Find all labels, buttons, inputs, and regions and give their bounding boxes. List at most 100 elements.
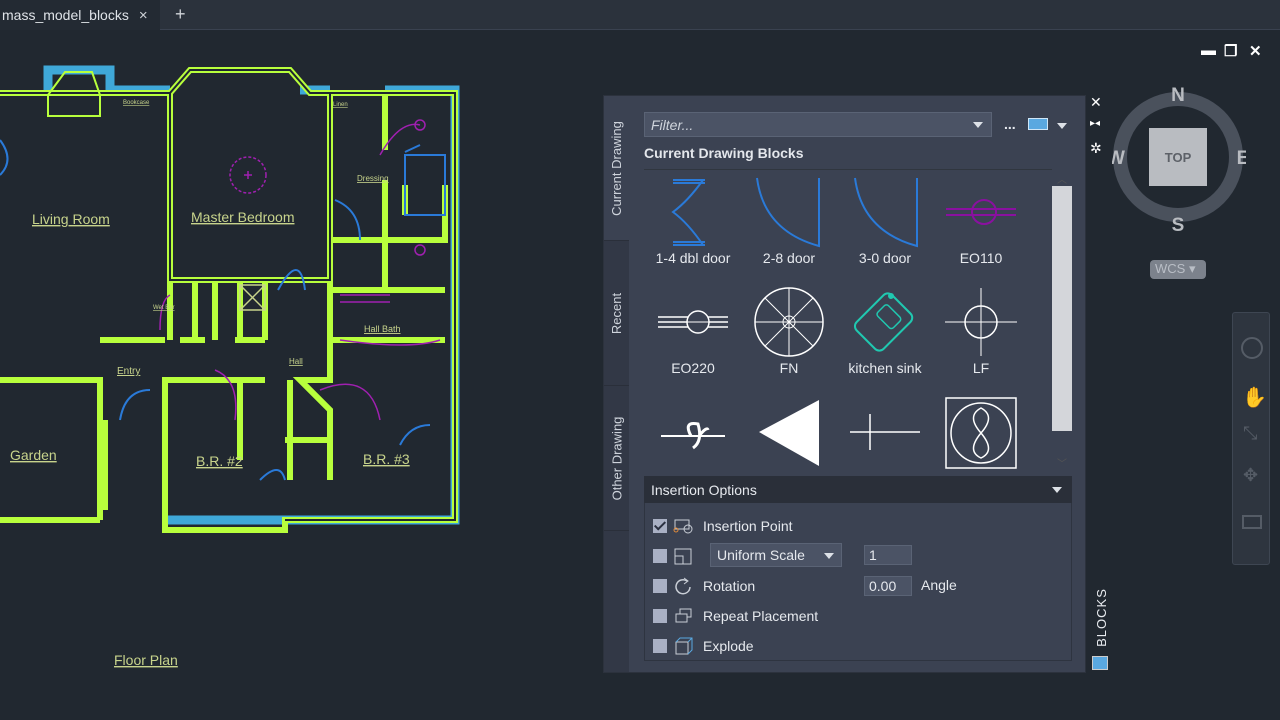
- room-label-hall: Hall: [289, 357, 303, 366]
- palette-menu-icon[interactable]: [1092, 656, 1108, 670]
- rotation-option: Rotation 0.00 Angle: [653, 575, 1053, 597]
- view-mode-icon[interactable]: [1028, 118, 1048, 130]
- block-label: 2-8 door: [762, 250, 816, 266]
- insertion-point-checkbox[interactable]: [653, 519, 667, 533]
- orbit-icon[interactable]: ✥: [1243, 465, 1258, 486]
- palette-side-tabs: Current Drawing Recent Other Drawing: [604, 96, 629, 672]
- tab-label: Current Drawing: [609, 120, 624, 216]
- scroll-down-icon[interactable]: ﹀: [1057, 455, 1067, 470]
- insertion-point-option: Insertion Point: [653, 515, 793, 537]
- block-label: 1-4 dbl door: [655, 250, 731, 266]
- outlet-220-icon: [658, 310, 728, 334]
- restore-icon[interactable]: ❐: [1224, 42, 1237, 60]
- drawing-title: Floor Plan: [114, 652, 178, 668]
- tab-recent[interactable]: Recent: [604, 241, 629, 386]
- scale-option: Uniform Scale 1: [653, 543, 1053, 567]
- repeat-placement-icon: [675, 608, 692, 623]
- pan-hand-icon[interactable]: ✋: [1242, 385, 1267, 410]
- explode-checkbox[interactable]: [653, 639, 667, 653]
- steering-wheel-icon[interactable]: [1241, 337, 1263, 359]
- block-item[interactable]: [933, 396, 1029, 470]
- palette-title-text: BLOCKS: [1093, 587, 1109, 647]
- navigation-bar: ✋ ⤡ ✥: [1232, 312, 1270, 565]
- block-label: kitchen sink: [848, 360, 922, 376]
- view-mode-chevron-icon[interactable]: [1057, 123, 1067, 129]
- scale-mode-dropdown[interactable]: Uniform Scale: [710, 543, 842, 567]
- insertion-options-panel: Insertion Point Uniform Scale 1 Rotation…: [644, 503, 1072, 661]
- insertion-point-icon: [673, 519, 693, 534]
- fan-icon: [754, 287, 824, 357]
- scale-input[interactable]: 1: [864, 545, 912, 565]
- outlet-icon: [946, 199, 1016, 225]
- block-item[interactable]: [741, 396, 837, 470]
- properties-icon[interactable]: ✲: [1090, 140, 1102, 157]
- explode-option: Explode: [653, 635, 754, 657]
- repeat-placement-option: Repeat Placement: [653, 605, 818, 627]
- block-item[interactable]: 3-0 door: [837, 176, 933, 266]
- rotation-checkbox[interactable]: [653, 579, 667, 593]
- viewcube[interactable]: TOP N S E W: [1107, 84, 1250, 239]
- zoom-icon[interactable]: ⤡: [1243, 423, 1257, 444]
- room-label-living-room: Living Room: [32, 211, 110, 227]
- block-item[interactable]: kitchen sink: [837, 286, 933, 376]
- chevron-down-icon[interactable]: [1052, 487, 1062, 493]
- new-tab-button[interactable]: +: [175, 4, 186, 25]
- chevron-down-icon[interactable]: [973, 122, 983, 128]
- close-tab-icon[interactable]: ×: [139, 7, 148, 24]
- filter-input[interactable]: Filter...: [644, 112, 992, 137]
- rotation-angle-input[interactable]: 0.00: [864, 576, 912, 596]
- block-item[interactable]: LF: [933, 286, 1029, 376]
- tab-current-drawing[interactable]: Current Drawing: [604, 96, 629, 241]
- compass-west[interactable]: W: [1107, 148, 1125, 169]
- room-label-dressing: Dressing: [357, 174, 389, 183]
- close-palette-icon[interactable]: ✕: [1090, 94, 1102, 111]
- compass-east[interactable]: E: [1237, 148, 1250, 169]
- block-item[interactable]: EO220: [645, 286, 741, 376]
- block-item[interactable]: 2-8 door: [741, 176, 837, 266]
- tab-label: Other Drawing: [609, 416, 624, 500]
- blocks-grid: 1-4 dbl door 2-8 door 3-0 door EO110 EO2…: [644, 169, 1072, 472]
- viewcube-face-label: TOP: [1165, 150, 1192, 165]
- scrollbar-thumb[interactable]: [1052, 186, 1072, 431]
- double-door-icon: [671, 179, 705, 246]
- blocks-palette: Current Drawing Recent Other Drawing Fil…: [603, 95, 1086, 673]
- close-window-icon[interactable]: ✕: [1249, 42, 1262, 60]
- scale-icon: [674, 548, 692, 565]
- infinity-fixture-icon: [945, 397, 1017, 469]
- block-label: LF: [972, 360, 990, 376]
- palette-title: BLOCKS: [1093, 588, 1109, 647]
- filter-placeholder: Filter...: [651, 117, 694, 133]
- showmotion-icon[interactable]: [1242, 515, 1262, 529]
- blocks-scrollbar[interactable]: ︿ ﹀: [1052, 169, 1072, 472]
- ucs-dropdown[interactable]: WCS ▾: [1150, 260, 1206, 279]
- insertion-options-title: Insertion Options: [651, 482, 757, 498]
- block-item[interactable]: [837, 396, 933, 470]
- section-title: Current Drawing Blocks: [644, 145, 804, 161]
- explode-label: Explode: [703, 638, 754, 654]
- minimize-icon[interactable]: ▬: [1201, 42, 1216, 59]
- tab-other-drawing[interactable]: Other Drawing: [604, 386, 629, 531]
- chevron-down-icon: [824, 553, 834, 559]
- repeat-placement-label: Repeat Placement: [703, 608, 819, 624]
- block-item[interactable]: FN: [741, 286, 837, 376]
- autohide-icon[interactable]: ▸◂: [1090, 118, 1100, 129]
- insertion-options-header[interactable]: Insertion Options: [644, 476, 1072, 503]
- compass-south[interactable]: S: [1172, 215, 1185, 236]
- block-item[interactable]: EO110: [933, 176, 1029, 266]
- compass-north[interactable]: N: [1171, 85, 1185, 106]
- insertion-point-label: Insertion Point: [703, 518, 793, 534]
- scale-checkbox[interactable]: [653, 549, 667, 563]
- repeat-placement-checkbox[interactable]: [653, 609, 667, 623]
- more-options-button[interactable]: ...: [1004, 116, 1016, 132]
- triangle-icon: [759, 400, 819, 466]
- room-label-bookcase: Bookcase: [123, 100, 150, 106]
- block-item[interactable]: [645, 396, 741, 470]
- rotation-icon: [675, 577, 691, 595]
- document-tab-bar: mass_model_blocks × +: [0, 0, 1280, 30]
- document-tab[interactable]: mass_model_blocks ×: [0, 0, 160, 30]
- scroll-up-icon[interactable]: ︿: [1057, 171, 1067, 186]
- floor-plan-drawing[interactable]: Living Room Master Bedroom Garden B.R. #…: [0, 40, 470, 700]
- block-item[interactable]: 1-4 dbl door: [645, 176, 741, 266]
- scale-mode-value: Uniform Scale: [717, 547, 805, 563]
- room-label-br3: B.R. #3: [363, 451, 410, 467]
